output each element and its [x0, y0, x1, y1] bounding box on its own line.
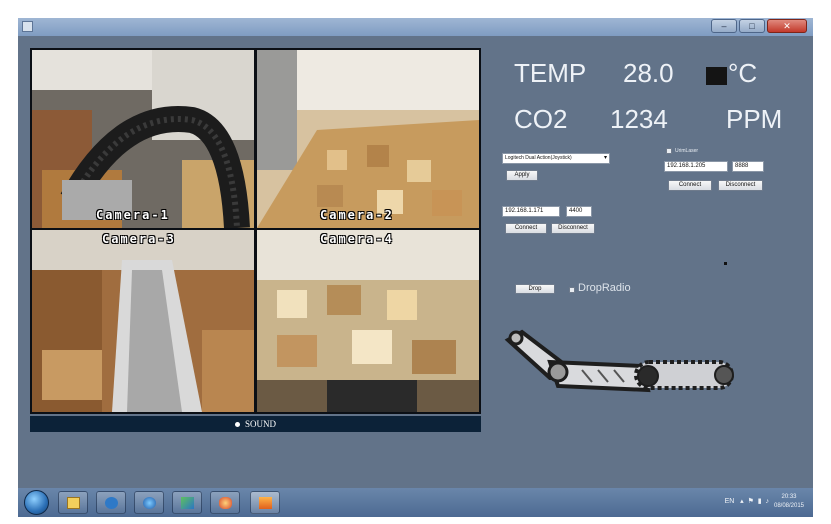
laser-checkbox[interactable]	[666, 148, 672, 154]
device-dropdown[interactable]: Logitech Dual Action(Joystick) ▾	[502, 153, 610, 164]
sound-indicator-icon	[234, 422, 240, 428]
laser-ip-input[interactable]: 192.168.1.205	[664, 161, 728, 172]
robot-disconnect-button[interactable]: Disconnect	[551, 223, 595, 234]
taskbar: EN ▴ ⚑ ▮ ♪ 20:33 08/08/2015	[18, 488, 813, 517]
camera-label-3: Camera-3	[102, 232, 176, 246]
laser-connect-button[interactable]: Connect	[668, 180, 712, 191]
co2-unit: PPM	[726, 104, 783, 134]
laser-checkbox-label: UrimLaser	[675, 148, 699, 154]
language-indicator: EN	[724, 498, 735, 505]
taskbar-folder-button[interactable]	[58, 491, 88, 514]
paint-icon	[181, 497, 194, 509]
screen: – □ ✕ Camera-1 Camera-2 Camera-3 Camera-…	[0, 0, 831, 524]
camera-label-1: Camera-1	[96, 208, 170, 222]
camera-label-4: Camera-4	[320, 232, 394, 246]
temp-unit: °C	[728, 58, 758, 88]
clock-date: 08/08/2015	[773, 503, 805, 509]
browser-icon	[143, 497, 156, 509]
clock[interactable]: 20:33 08/08/2015	[771, 493, 807, 511]
windows-start-icon[interactable]	[24, 490, 49, 515]
folder-icon	[67, 497, 80, 509]
maximize-button[interactable]: □	[739, 19, 765, 33]
apply-button[interactable]: Apply	[506, 170, 538, 181]
co2-value: 1234	[610, 104, 668, 134]
window-controls: – □ ✕	[711, 19, 807, 34]
temp-color-swatch	[706, 67, 727, 85]
robot-connect-button[interactable]: Connect	[505, 223, 547, 234]
robot-ip-input[interactable]: 192.168.1.171	[502, 206, 560, 217]
status-dot	[724, 262, 727, 265]
robot-port-input[interactable]: 4400	[566, 206, 592, 217]
camera-grid: Camera-1 Camera-2 Camera-3 Camera-4	[30, 48, 481, 414]
app-icon	[259, 497, 272, 509]
camera-view-3	[32, 230, 254, 412]
sound-label: SOUND	[244, 419, 276, 429]
taskbar-browser-button[interactable]	[134, 491, 164, 514]
app-window: Camera-1 Camera-2 Camera-3 Camera-4 SOUN…	[18, 36, 813, 488]
camera-view-4	[257, 230, 479, 412]
game-icon	[219, 497, 232, 509]
media-player-icon	[105, 497, 118, 509]
system-tray[interactable]: EN ▴ ⚑ ▮ ♪	[725, 497, 769, 505]
laser-port-input[interactable]: 8888	[732, 161, 764, 172]
temp-label: TEMP	[514, 58, 587, 88]
taskbar-app-button[interactable]	[250, 491, 280, 514]
window-titlebar[interactable]: – □ ✕	[18, 18, 813, 36]
device-dropdown-value: Logitech Dual Action(Joystick)	[505, 155, 572, 161]
taskbar-game-button[interactable]	[210, 491, 240, 514]
camera-view-1	[32, 50, 254, 228]
robot-arm-diagram	[504, 329, 734, 393]
tray-icons: ▴ ⚑ ▮ ♪	[736, 498, 769, 505]
sound-bar[interactable]: SOUND	[30, 416, 481, 432]
drop-radio-label: DropRadio	[578, 282, 631, 294]
drop-radio[interactable]	[569, 287, 575, 293]
co2-label: CO2	[514, 104, 568, 134]
taskbar-media-button[interactable]	[96, 491, 126, 514]
clock-time: 20:33	[781, 494, 797, 500]
camera-label-2: Camera-2	[320, 208, 394, 222]
chevron-down-icon: ▾	[603, 155, 607, 161]
drop-button[interactable]: Drop	[515, 284, 555, 294]
app-icon	[22, 21, 33, 32]
taskbar-paint-button[interactable]	[172, 491, 202, 514]
laser-disconnect-button[interactable]: Disconnect	[718, 180, 763, 191]
minimize-button[interactable]: –	[711, 19, 737, 33]
close-button[interactable]: ✕	[767, 19, 807, 33]
temp-value: 28.0	[623, 58, 674, 88]
camera-view-2	[257, 50, 479, 228]
